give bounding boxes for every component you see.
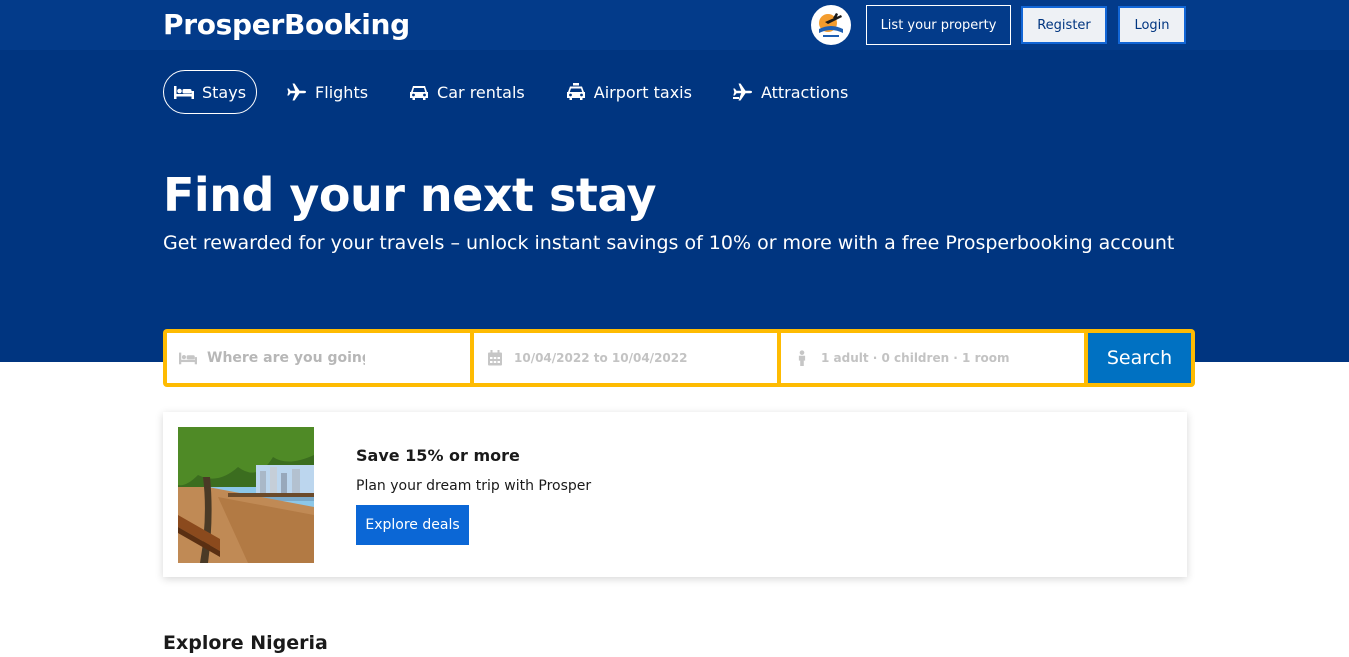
- car-icon: [410, 86, 429, 100]
- nav-item-airport-taxis[interactable]: Airport taxis: [555, 70, 703, 114]
- register-button[interactable]: Register: [1021, 6, 1107, 44]
- promo-card: Save 15% or more Plan your dream trip wi…: [163, 412, 1187, 577]
- destination-field[interactable]: [167, 333, 470, 383]
- hero-title: Find your next stay: [163, 168, 657, 222]
- search-bar: 10/04/2022 to 10/04/2022 1 adult · 0 chi…: [163, 329, 1195, 387]
- promo-title: Save 15% or more: [356, 446, 520, 465]
- promo-image: [178, 427, 314, 563]
- destination-input[interactable]: [207, 350, 365, 366]
- hero-subtitle: Get rewarded for your travels – unlock i…: [163, 232, 1175, 254]
- list-property-button[interactable]: List your property: [866, 5, 1011, 45]
- taxi-icon: [566, 83, 585, 100]
- nav-label: Stays: [202, 82, 247, 102]
- bed-icon: [179, 352, 197, 365]
- product-nav: Stays Flights Car rentals Airport taxis …: [163, 70, 878, 114]
- guests-field[interactable]: 1 adult · 0 children · 1 room: [781, 333, 1084, 383]
- brand-logo-text[interactable]: ProsperBooking: [163, 8, 410, 41]
- guests-text: 1 adult · 0 children · 1 room: [821, 351, 1010, 365]
- date-range-text: 10/04/2022 to 10/04/2022: [514, 351, 688, 365]
- nav-label: Car rentals: [437, 82, 525, 102]
- bed-icon: [174, 86, 194, 99]
- nav-item-stays[interactable]: Stays: [163, 70, 258, 114]
- login-button[interactable]: Login: [1118, 6, 1186, 44]
- calendar-icon: [488, 350, 502, 366]
- date-field[interactable]: 10/04/2022 to 10/04/2022: [474, 333, 777, 383]
- nav-label: Attractions: [760, 82, 849, 102]
- nav-item-flights[interactable]: Flights: [276, 70, 379, 114]
- plane-icon: [287, 83, 307, 101]
- nav-label: Flights: [315, 82, 369, 102]
- person-icon: [798, 350, 806, 366]
- explore-deals-button[interactable]: Explore deals: [356, 505, 469, 545]
- nav-item-car-rentals[interactable]: Car rentals: [398, 70, 536, 114]
- explore-section-title: Explore Nigeria: [163, 632, 328, 654]
- airline-logo-icon[interactable]: [811, 5, 851, 45]
- promo-subtitle: Plan your dream trip with Prosper: [356, 478, 592, 494]
- search-button[interactable]: Search: [1088, 333, 1191, 383]
- attractions-icon: [732, 83, 752, 101]
- nav-label: Airport taxis: [593, 82, 692, 102]
- nav-item-attractions[interactable]: Attractions: [722, 70, 859, 114]
